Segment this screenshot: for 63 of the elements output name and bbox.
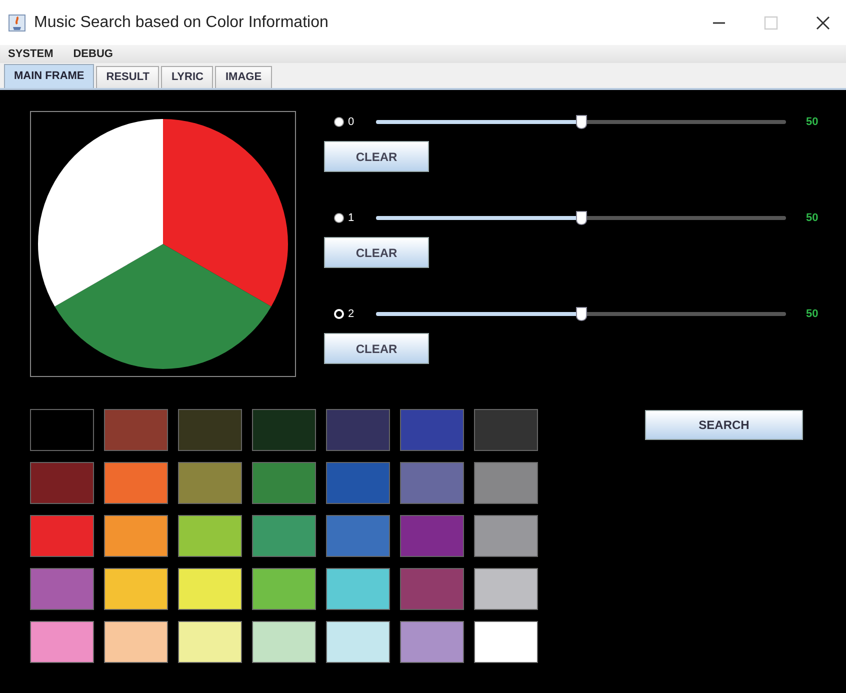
color-swatch[interactable]	[474, 621, 538, 663]
maximize-icon[interactable]	[764, 16, 778, 30]
color-swatch[interactable]	[104, 621, 168, 663]
color-swatch[interactable]	[474, 515, 538, 557]
color-swatch[interactable]	[252, 568, 316, 610]
window-title: Music Search based on Color Information	[34, 12, 328, 32]
slider[interactable]	[376, 115, 786, 129]
color-swatch[interactable]	[30, 462, 94, 504]
tab[interactable]: RESULT	[96, 66, 160, 88]
color-swatch[interactable]	[104, 515, 168, 557]
radio-label: 1	[348, 210, 356, 226]
clear-button[interactable]: CLEAR	[324, 141, 429, 172]
radio-label: 0	[348, 114, 356, 130]
color-swatch[interactable]	[252, 621, 316, 663]
slider[interactable]	[376, 307, 786, 321]
color-swatch[interactable]	[178, 621, 242, 663]
slider-value: 50	[806, 306, 818, 322]
color-swatch[interactable]	[400, 621, 464, 663]
app-icon	[8, 14, 26, 32]
color-swatch[interactable]	[400, 409, 464, 451]
color-swatch[interactable]	[474, 409, 538, 451]
color-swatch[interactable]	[30, 515, 94, 557]
radio-label: 2	[348, 306, 356, 322]
tab[interactable]: MAIN FRAME	[4, 64, 94, 88]
color-swatch[interactable]	[474, 568, 538, 610]
color-swatch[interactable]	[326, 568, 390, 610]
color-swatch[interactable]	[326, 409, 390, 451]
slider-value: 50	[806, 114, 818, 130]
radio-button[interactable]	[334, 117, 344, 127]
color-swatch[interactable]	[104, 409, 168, 451]
color-swatch[interactable]	[252, 409, 316, 451]
slider-thumb[interactable]	[576, 307, 587, 321]
slider-thumb[interactable]	[576, 211, 587, 225]
slider-thumb[interactable]	[576, 115, 587, 129]
search-button[interactable]: SEARCH	[645, 410, 803, 440]
color-swatch[interactable]	[30, 621, 94, 663]
radio-button[interactable]	[334, 213, 344, 223]
tab[interactable]: IMAGE	[215, 66, 272, 88]
menu-item[interactable]: DEBUG	[73, 46, 113, 62]
slider[interactable]	[376, 211, 786, 225]
color-swatch[interactable]	[400, 462, 464, 504]
color-swatch[interactable]	[252, 462, 316, 504]
color-swatch[interactable]	[104, 568, 168, 610]
color-swatch[interactable]	[178, 515, 242, 557]
color-swatch[interactable]	[400, 515, 464, 557]
close-icon[interactable]	[816, 16, 830, 30]
color-swatch[interactable]	[178, 568, 242, 610]
color-swatch[interactable]	[104, 462, 168, 504]
color-swatch[interactable]	[30, 409, 94, 451]
color-swatch[interactable]	[474, 462, 538, 504]
tab[interactable]: LYRIC	[161, 66, 214, 88]
color-swatch[interactable]	[326, 462, 390, 504]
menu-item[interactable]: SYSTEM	[8, 46, 54, 62]
slider-value: 50	[806, 210, 818, 226]
clear-button[interactable]: CLEAR	[324, 333, 429, 364]
color-swatch[interactable]	[30, 568, 94, 610]
clear-button[interactable]: CLEAR	[324, 237, 429, 268]
color-swatch[interactable]	[252, 515, 316, 557]
color-swatch[interactable]	[178, 409, 242, 451]
color-swatch[interactable]	[178, 462, 242, 504]
color-swatch[interactable]	[400, 568, 464, 610]
color-swatch[interactable]	[326, 621, 390, 663]
color-swatch[interactable]	[326, 515, 390, 557]
